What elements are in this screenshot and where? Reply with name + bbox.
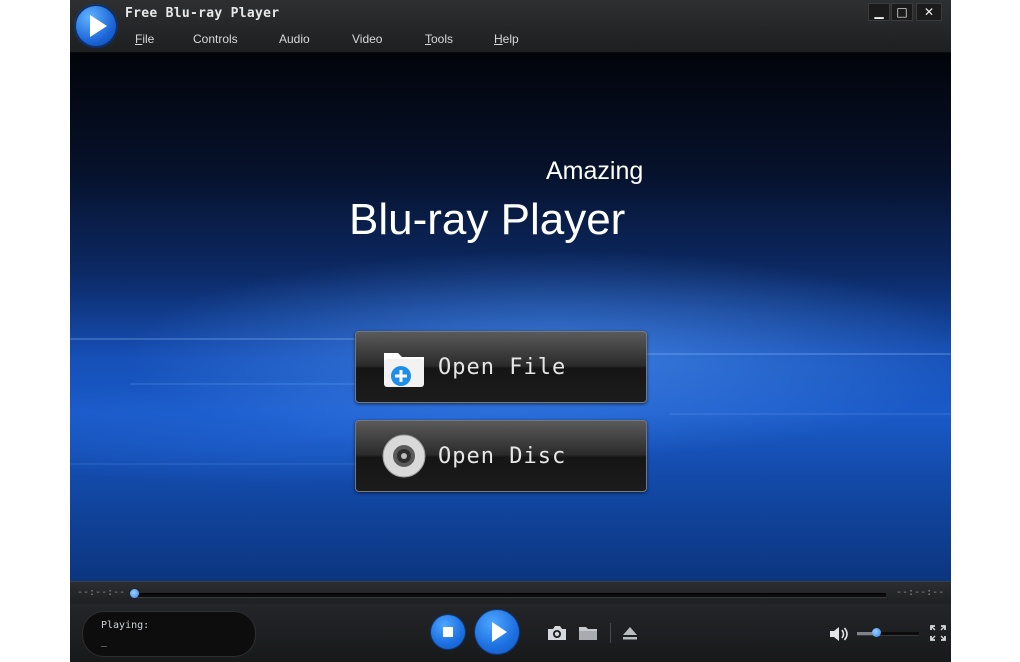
menu-controls[interactable]: Controls xyxy=(193,32,238,46)
folder-icon[interactable] xyxy=(577,624,599,642)
stop-icon xyxy=(443,627,453,637)
hero-subtitle: Amazing xyxy=(546,157,644,185)
player-window: Free Blu-ray Player File Controls Audio … xyxy=(70,0,951,662)
menu-help[interactable]: Help xyxy=(494,32,519,46)
menu-audio-label: Audio xyxy=(279,32,310,46)
menu-file[interactable]: File xyxy=(135,32,154,46)
open-file-label: Open File xyxy=(438,355,567,380)
volume-handle[interactable] xyxy=(872,628,881,637)
title-bar: Free Blu-ray Player File Controls Audio … xyxy=(70,0,951,53)
menu-bar: File Controls Audio Video Tools Help xyxy=(70,32,670,50)
menu-controls-label: Controls xyxy=(193,32,238,46)
menu-help-accel: H xyxy=(494,32,503,46)
open-disc-label: Open Disc xyxy=(438,444,567,469)
open-file-button[interactable]: Open File xyxy=(355,331,647,403)
menu-video[interactable]: Video xyxy=(352,32,382,46)
stop-button[interactable] xyxy=(431,615,465,649)
total-time: --:--:-- xyxy=(896,587,945,598)
menu-audio[interactable]: Audio xyxy=(279,32,310,46)
menu-tools-label: ools xyxy=(431,32,454,46)
seek-track[interactable] xyxy=(132,593,886,598)
camera-icon[interactable] xyxy=(546,624,568,642)
volume-slider[interactable] xyxy=(857,632,919,636)
status-value: _ xyxy=(101,636,108,647)
app-title: Free Blu-ray Player xyxy=(125,6,280,21)
status-label: Playing: xyxy=(101,620,150,631)
video-area[interactable]: Amazing Blu-ray Player Open File Open Di… xyxy=(70,53,951,581)
elapsed-time: --:--:-- xyxy=(77,587,126,598)
control-bar: Playing: _ xyxy=(70,604,951,662)
disc-icon xyxy=(382,434,426,478)
status-display: Playing: _ xyxy=(82,611,256,657)
menu-file-label: ile xyxy=(142,32,155,46)
eject-icon[interactable] xyxy=(621,624,639,642)
menu-help-label: elp xyxy=(502,32,519,46)
menu-video-label: Video xyxy=(352,32,383,46)
maximize-button[interactable]: □ xyxy=(891,3,913,21)
open-disc-button[interactable]: Open Disc xyxy=(355,420,647,492)
close-button[interactable]: ✕ xyxy=(916,3,942,21)
speaker-icon[interactable] xyxy=(828,625,850,643)
fullscreen-icon[interactable] xyxy=(930,625,946,641)
progress-bar: --:--:-- --:--:-- xyxy=(70,581,951,604)
play-icon xyxy=(492,622,507,642)
minimize-button[interactable]: ▁ xyxy=(868,3,890,21)
play-button[interactable] xyxy=(475,610,519,654)
seek-handle[interactable] xyxy=(130,589,139,598)
light-streak xyxy=(670,413,951,415)
menu-tools[interactable]: Tools xyxy=(425,32,453,46)
hero-title: Blu-ray Player xyxy=(349,195,626,244)
folder-plus-icon xyxy=(384,353,424,387)
toolbar-divider xyxy=(610,623,611,643)
